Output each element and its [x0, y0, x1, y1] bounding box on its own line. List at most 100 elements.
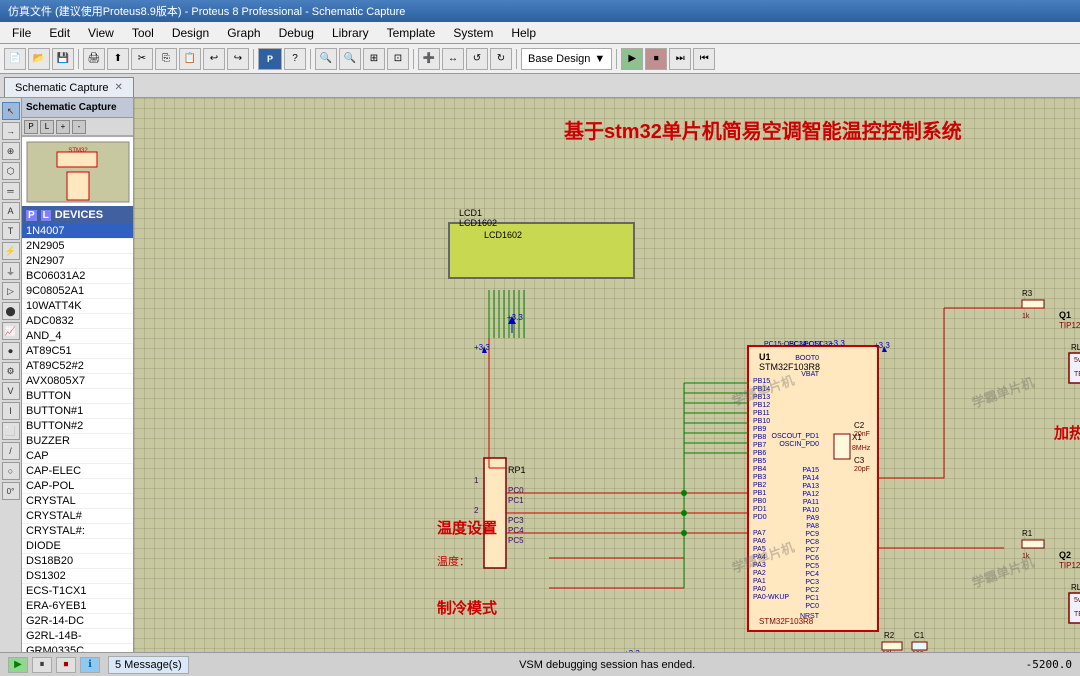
tool-voltage[interactable]: V: [2, 382, 20, 400]
tb-copy[interactable]: ⎘: [155, 48, 177, 70]
tb-step[interactable]: ⏭: [669, 48, 691, 70]
menu-help[interactable]: Help: [503, 24, 544, 42]
tool-graph[interactable]: 📈: [2, 322, 20, 340]
device-avx[interactable]: AVX0805X7: [22, 374, 133, 389]
device-button[interactable]: BUTTON: [22, 389, 133, 404]
device-adc0832[interactable]: ADC0832: [22, 314, 133, 329]
panel-add-btn[interactable]: +: [56, 120, 70, 134]
tool-text[interactable]: T: [2, 222, 20, 240]
device-buzzer[interactable]: BUZZER: [22, 434, 133, 449]
tb-help[interactable]: ?: [284, 48, 306, 70]
device-cap[interactable]: CAP: [22, 449, 133, 464]
menu-view[interactable]: View: [80, 24, 122, 42]
device-2n2907[interactable]: 2N2907: [22, 254, 133, 269]
menu-tool[interactable]: Tool: [124, 24, 162, 42]
device-g2rl[interactable]: G2RL-14B-: [22, 629, 133, 644]
menu-graph[interactable]: Graph: [219, 24, 268, 42]
tb-new[interactable]: 📄: [4, 48, 26, 70]
device-at89c51[interactable]: AT89C51: [22, 344, 133, 359]
device-g2r[interactable]: G2R-14-DC: [22, 614, 133, 629]
tool-tape[interactable]: ⏺: [2, 342, 20, 360]
tb-mirror[interactable]: ↻: [490, 48, 512, 70]
tool-probe[interactable]: ⬤: [2, 302, 20, 320]
device-crystal3[interactable]: CRYSTAL#:: [22, 524, 133, 539]
tool-label[interactable]: A: [2, 202, 20, 220]
device-bc06031a2[interactable]: BC06031A2: [22, 269, 133, 284]
info-button[interactable]: ℹ: [80, 657, 100, 673]
tb-run[interactable]: ▶: [621, 48, 643, 70]
tb-design-dropdown[interactable]: Base Design ▼: [521, 48, 612, 70]
menu-template[interactable]: Template: [379, 24, 444, 42]
messages-area[interactable]: 5 Message(s): [108, 656, 189, 674]
tb-rotate[interactable]: ↺: [466, 48, 488, 70]
tb-proteus-logo[interactable]: P: [258, 48, 282, 70]
device-crystal[interactable]: CRYSTAL: [22, 494, 133, 509]
device-button2[interactable]: BUTTON#2: [22, 419, 133, 434]
tool-line[interactable]: /: [2, 442, 20, 460]
device-10watt4k[interactable]: 10WATT4K: [22, 299, 133, 314]
tb-zoom-out[interactable]: 🔍: [339, 48, 361, 70]
tb-undo[interactable]: ↩: [203, 48, 225, 70]
pin-pb0: PB0: [753, 498, 766, 505]
panel-l-btn[interactable]: L: [40, 120, 54, 134]
device-button1[interactable]: BUTTON#1: [22, 404, 133, 419]
menu-edit[interactable]: Edit: [41, 24, 78, 42]
tool-ground[interactable]: ⏚: [2, 262, 20, 280]
tool-select[interactable]: ↖: [2, 102, 20, 120]
tool-angle[interactable]: 0°: [2, 482, 20, 500]
device-era[interactable]: ERA-6YEB1: [22, 599, 133, 614]
tb-zoom-sel[interactable]: ⊡: [387, 48, 409, 70]
device-ds18b20[interactable]: DS18B20: [22, 554, 133, 569]
tool-wire[interactable]: ⬡: [2, 162, 20, 180]
tb-zoom-in[interactable]: 🔍: [315, 48, 337, 70]
tb-cut[interactable]: ✂: [131, 48, 153, 70]
tb-open[interactable]: 📂: [28, 48, 50, 70]
device-9c08052a1[interactable]: 9C08052A1: [22, 284, 133, 299]
tool-generator[interactable]: ⚙: [2, 362, 20, 380]
pin-oscout: OSCOUT_PD1: [772, 433, 820, 440]
menu-design[interactable]: Design: [164, 24, 217, 42]
device-cap-elec[interactable]: CAP-ELEC: [22, 464, 133, 479]
play-button[interactable]: ▶: [8, 657, 28, 673]
tool-bus[interactable]: ═: [2, 182, 20, 200]
tb-import[interactable]: ⬆: [107, 48, 129, 70]
device-diode[interactable]: DIODE: [22, 539, 133, 554]
device-list[interactable]: 1N4007 2N2905 2N2907 BC06031A2 9C08052A1…: [22, 224, 133, 652]
device-and4[interactable]: AND_4: [22, 329, 133, 344]
tb-step-back[interactable]: ⏮: [693, 48, 715, 70]
device-2n2905[interactable]: 2N2905: [22, 239, 133, 254]
device-grm[interactable]: GRM0335C: [22, 644, 133, 652]
tool-current[interactable]: I: [2, 402, 20, 420]
tb-add[interactable]: ➕: [418, 48, 440, 70]
device-at89c52[interactable]: AT89C52#2: [22, 359, 133, 374]
menu-library[interactable]: Library: [324, 24, 377, 42]
menu-system[interactable]: System: [445, 24, 501, 42]
pause-button[interactable]: ⏸: [32, 657, 52, 673]
tool-port[interactable]: ▷: [2, 282, 20, 300]
tab-close-btn[interactable]: ✕: [115, 82, 123, 93]
device-ds1302[interactable]: DS1302: [22, 569, 133, 584]
menu-file[interactable]: File: [4, 24, 39, 42]
tb-paste[interactable]: 📋: [179, 48, 201, 70]
schematic-canvas[interactable]: 基于stm32单片机简易空调智能温控控制系统 LCD1 LCD1602 LCD1…: [134, 98, 1080, 652]
menu-debug[interactable]: Debug: [271, 24, 322, 42]
tb-move[interactable]: ↔: [442, 48, 464, 70]
tb-redo[interactable]: ↪: [227, 48, 249, 70]
tool-power[interactable]: ⚡: [2, 242, 20, 260]
panel-p-btn[interactable]: P: [24, 120, 38, 134]
tb-save[interactable]: 💾: [52, 48, 74, 70]
device-1n4007[interactable]: 1N4007: [22, 224, 133, 239]
device-crystal2[interactable]: CRYSTAL#: [22, 509, 133, 524]
device-cap-pol[interactable]: CAP-POL: [22, 479, 133, 494]
tool-component[interactable]: →: [2, 122, 20, 140]
tool-box[interactable]: ⬜: [2, 422, 20, 440]
stop-button[interactable]: ⏹: [56, 657, 76, 673]
tool-circle[interactable]: ○: [2, 462, 20, 480]
tool-junction[interactable]: ⊕: [2, 142, 20, 160]
panel-del-btn[interactable]: -: [72, 120, 86, 134]
tb-stop[interactable]: ⏹: [645, 48, 667, 70]
tab-schematic[interactable]: Schematic Capture ✕: [4, 77, 134, 97]
device-ecs[interactable]: ECS-T1CX1: [22, 584, 133, 599]
tb-print[interactable]: 🖨: [83, 48, 105, 70]
tb-zoom-fit[interactable]: ⊞: [363, 48, 385, 70]
